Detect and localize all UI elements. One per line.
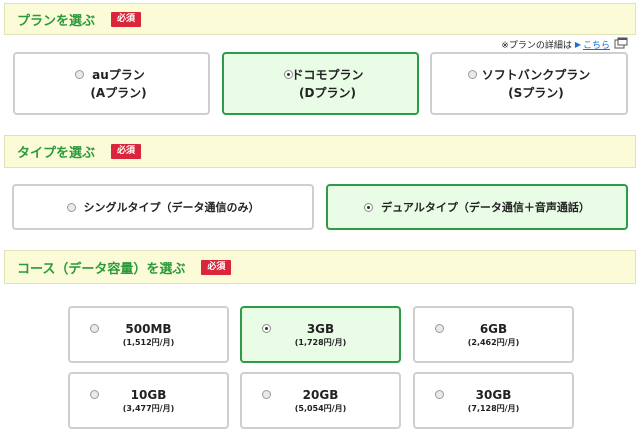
course-10gb-price: (3,477円/月) <box>122 403 175 413</box>
plan-option-au[interactable]: auプラン (Aプラン) <box>13 52 210 115</box>
type-section-title: タイプを選ぶ <box>17 146 96 161</box>
course-20gb-radio[interactable] <box>262 390 271 399</box>
course-option-20gb[interactable]: 20GB (5,054円/月) <box>240 372 401 429</box>
plan-docomo-radio[interactable] <box>284 70 293 79</box>
course-10gb-text: 10GB (3,477円/月) <box>123 387 175 415</box>
plan-au-radio[interactable] <box>75 70 84 79</box>
course-6gb-radio[interactable] <box>435 324 444 333</box>
plan-docomo-text: ドコモプラン (Dプラン) <box>291 66 363 102</box>
plan-detail-link[interactable]: こちら <box>583 38 610 51</box>
plan-softbank-radio[interactable] <box>468 70 477 79</box>
course-6gb-price: (2,462円/月) <box>467 337 520 347</box>
required-badge: 必須 <box>111 144 142 159</box>
course-option-500mb[interactable]: 500MB (1,512円/月) <box>68 306 229 363</box>
course-20gb-text: 20GB (5,054円/月) <box>295 387 347 415</box>
external-window-icon[interactable] <box>614 37 628 49</box>
type-section-header: タイプを選ぶ 必須 <box>4 135 636 168</box>
course-3gb-radio[interactable] <box>262 324 271 333</box>
course-10gb-size: 10GB <box>130 387 167 402</box>
plan-detail-row: ※プランの詳細は ▶ こちら <box>501 38 610 51</box>
course-option-10gb[interactable]: 10GB (3,477円/月) <box>68 372 229 429</box>
plan-softbank-text: ソフトバンクプラン (Sプラン) <box>482 66 591 102</box>
course-option-30gb[interactable]: 30GB (7,128円/月) <box>413 372 574 429</box>
course-option-3gb[interactable]: 3GB (1,728円/月) <box>240 306 401 363</box>
required-badge: 必須 <box>111 11 142 27</box>
course-30gb-text: 30GB (7,128円/月) <box>468 387 520 415</box>
plan-docomo-sub: (Dプラン) <box>299 85 356 100</box>
course-500mb-text: 500MB (1,512円/月) <box>123 321 175 349</box>
type-option-dual[interactable]: デュアルタイプ（データ通信＋音声通話） <box>326 184 628 230</box>
course-20gb-size: 20GB <box>302 387 339 402</box>
type-single-label: シングルタイプ（データ通信のみ） <box>83 201 260 214</box>
course-500mb-radio[interactable] <box>90 324 99 333</box>
course-section-header: コース（データ容量）を選ぶ 必須 <box>4 250 636 284</box>
type-dual-label: デュアルタイプ（データ通信＋音声通話） <box>381 201 590 214</box>
course-3gb-price: (1,728円/月) <box>294 337 347 347</box>
course-10gb-radio[interactable] <box>90 390 99 399</box>
plan-softbank-name: ソフトバンクプラン <box>481 67 591 82</box>
course-option-6gb[interactable]: 6GB (2,462円/月) <box>413 306 574 363</box>
plan-docomo-name: ドコモプラン <box>291 67 364 82</box>
course-3gb-text: 3GB (1,728円/月) <box>295 321 347 349</box>
plan-section-header: プランを選ぶ 必須 <box>4 3 636 35</box>
plan-au-name: auプラン <box>92 67 145 82</box>
plan-au-text: auプラン (Aプラン) <box>90 66 146 102</box>
arrow-right-icon: ▶ <box>574 40 581 49</box>
plan-option-softbank[interactable]: ソフトバンクプラン (Sプラン) <box>430 52 628 115</box>
course-6gb-size: 6GB <box>479 321 508 336</box>
course-section-title: コース（データ容量）を選ぶ <box>17 261 186 277</box>
course-6gb-text: 6GB (2,462円/月) <box>468 321 520 349</box>
plan-option-docomo[interactable]: ドコモプラン (Dプラン) <box>222 52 419 115</box>
plan-softbank-sub: (Sプラン) <box>508 85 564 100</box>
course-30gb-price: (7,128円/月) <box>467 403 520 413</box>
course-500mb-size: 500MB <box>125 321 172 336</box>
required-badge: 必須 <box>201 259 232 275</box>
course-30gb-size: 30GB <box>475 387 512 402</box>
plan-section-title: プランを選ぶ <box>17 13 96 29</box>
plan-au-sub: (Aプラン) <box>90 85 147 100</box>
course-20gb-price: (5,054円/月) <box>294 403 347 413</box>
course-3gb-size: 3GB <box>306 321 335 336</box>
type-single-radio[interactable] <box>66 202 76 212</box>
type-option-single[interactable]: シングルタイプ（データ通信のみ） <box>12 184 314 230</box>
type-dual-radio[interactable] <box>364 202 374 212</box>
course-500mb-price: (1,512円/月) <box>122 337 175 347</box>
plan-detail-text: ※プランの詳細は <box>501 41 572 51</box>
course-30gb-radio[interactable] <box>435 390 444 399</box>
